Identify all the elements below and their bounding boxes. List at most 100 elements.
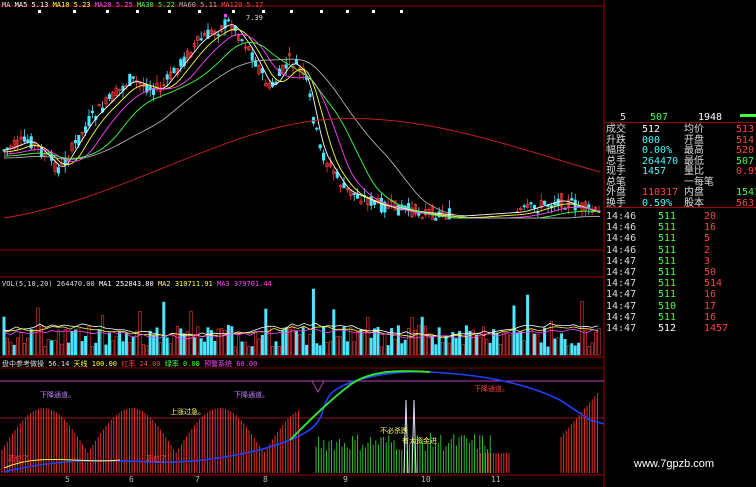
volume-bar <box>111 340 115 356</box>
tick-time: 14:47 <box>606 278 637 290</box>
candle-body <box>587 204 591 208</box>
candle-body <box>226 19 230 22</box>
volume-bar <box>145 345 149 356</box>
volume-bar <box>291 325 295 356</box>
indicator-blue-curve <box>3 370 605 473</box>
volume-bar <box>216 328 220 356</box>
volume-bar <box>80 341 84 356</box>
volume-legend-title: VOL(5,10,20) <box>2 280 53 288</box>
candle-body <box>240 39 244 41</box>
volume-bar <box>53 340 57 356</box>
volume-bar <box>352 341 356 356</box>
volume-bar <box>417 325 421 356</box>
tick-volume: 5 <box>704 233 711 245</box>
candle-body <box>73 139 77 144</box>
top-dot-marker <box>290 10 293 13</box>
volume-bar <box>128 342 132 356</box>
legend-ma30: MA30 5.22 <box>136 1 175 9</box>
x-axis-tick: 8 <box>263 475 268 484</box>
candle-body <box>250 52 254 61</box>
tick-price: 512 <box>658 323 677 334</box>
top-dot-marker <box>262 10 265 13</box>
volume-bar <box>70 331 74 356</box>
volume-bar <box>597 327 601 356</box>
x-axis-tick: 6 <box>129 475 134 484</box>
tick-volume: 2 <box>704 244 711 256</box>
quote-label: 成交 <box>606 124 626 135</box>
candle-body <box>274 81 278 84</box>
candle-body <box>369 196 373 206</box>
quote-row: 成交 512 均价 513 <box>606 124 756 135</box>
indicator-legend-l1: 天线 100.00 <box>73 360 118 368</box>
candle-body <box>131 76 135 79</box>
volume-bar <box>539 342 543 356</box>
volume-bar <box>311 288 315 356</box>
volume-bar <box>509 334 513 356</box>
candle-body <box>356 194 360 199</box>
candle-body <box>352 192 356 195</box>
quote-label: 外盘 <box>606 187 626 198</box>
volume-bar <box>77 328 81 356</box>
quote-header-divider <box>605 122 756 123</box>
volume-bar <box>162 301 166 356</box>
volume-bar <box>536 334 540 356</box>
volume-bar <box>366 317 370 356</box>
volume-bar <box>590 342 594 356</box>
tick-row: 14:47 511 514 <box>606 278 756 289</box>
candle-body <box>5 147 9 150</box>
quote-value: 000 <box>642 134 661 146</box>
volume-bar <box>26 337 30 356</box>
volume-bar <box>502 332 506 356</box>
top-dot-marker <box>73 10 76 13</box>
tick-price: 511 <box>658 222 677 234</box>
volume-bar <box>243 341 247 356</box>
volume-bar <box>60 343 64 356</box>
volume-bar <box>475 334 479 356</box>
volume-bar <box>553 338 557 356</box>
top-dot-marker <box>198 10 201 13</box>
candle-body <box>199 38 203 41</box>
moving-average-lines <box>3 24 601 219</box>
volume-bar <box>345 341 349 356</box>
volume-bar <box>315 343 319 356</box>
tick-volume: 3 <box>704 255 711 267</box>
volume-bar <box>369 337 373 356</box>
tick-volume: 17 <box>704 300 717 312</box>
volume-bar <box>90 345 94 356</box>
volume-bar <box>43 346 47 356</box>
quote-row: 外盘 110317 内盘 154153 <box>606 187 756 198</box>
candle-body <box>39 147 43 158</box>
volume-bar <box>356 330 360 356</box>
candle-body <box>543 200 547 205</box>
annotation-left-1: 高位了 <box>8 455 29 463</box>
volume-bar <box>254 332 258 356</box>
tick-time: 14:47 <box>606 267 637 278</box>
volume-bar <box>498 344 502 356</box>
volume-bar <box>424 325 428 356</box>
quote-row: 升跌 000 开盘 514 <box>606 135 756 146</box>
volume-bar <box>393 339 397 356</box>
tick-row: 14:47 511 3 <box>606 256 756 267</box>
volume-bar <box>441 342 445 356</box>
tick-row: 14:47 512 1457 <box>606 323 756 334</box>
volume-bar <box>84 335 88 356</box>
volume-bar <box>335 336 339 356</box>
volume-bar <box>73 329 77 356</box>
candle-body <box>434 217 438 221</box>
tick-volume: 16 <box>704 289 717 301</box>
tick-volume: 50 <box>704 267 717 278</box>
candle-body <box>84 126 88 133</box>
volume-bar <box>468 330 472 356</box>
annotation-fund-inflow: 有大资金进 <box>402 437 437 445</box>
quote-label-2: 开盘 <box>684 134 704 146</box>
tick-volume: 20 <box>704 211 717 222</box>
volume-bar <box>118 331 122 356</box>
annotation-left-2: 高位了 <box>146 455 167 463</box>
tick-price: 511 <box>658 278 677 290</box>
quote-volume-bar <box>740 114 756 117</box>
tick-price: 511 <box>658 233 677 245</box>
volume-bar <box>141 344 145 356</box>
top-dot-marker <box>400 10 403 13</box>
volume-bar <box>583 330 587 356</box>
quote-tick-divider <box>605 207 756 208</box>
